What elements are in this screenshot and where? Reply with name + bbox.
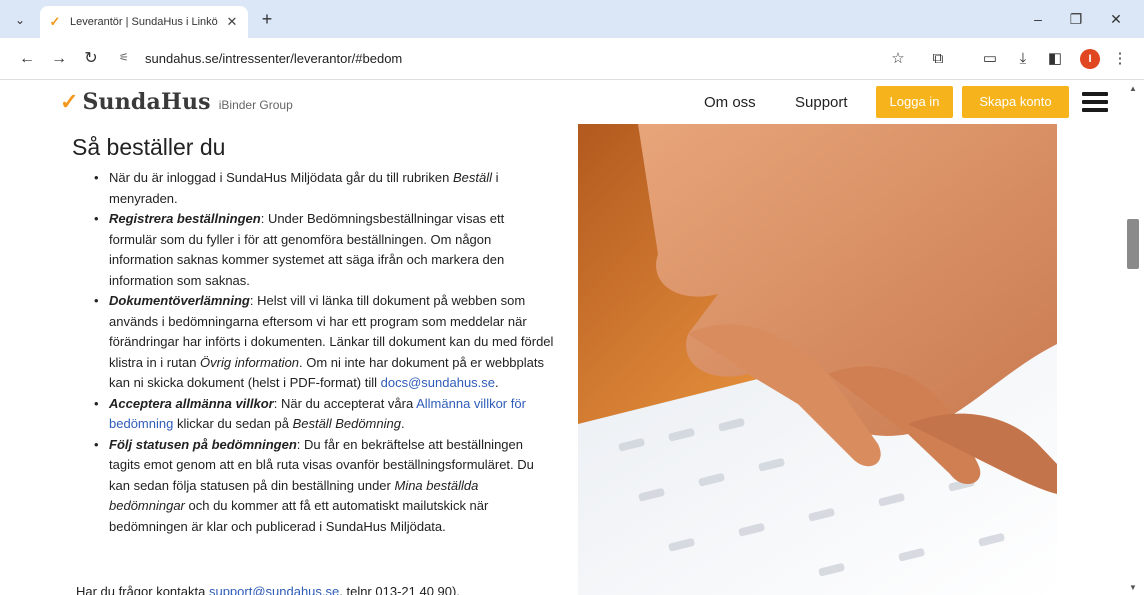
instruction-list: När du är inloggad i SundaHus Miljödata …: [92, 168, 554, 537]
item-text: .: [495, 375, 499, 390]
contact-prefix: Har du frågor kontakta: [76, 584, 209, 595]
nav-link-support[interactable]: Support: [795, 94, 848, 111]
restore-icon[interactable]: ❐: [1064, 8, 1088, 30]
site-logo[interactable]: ✓ SundaHus iBinder Group: [60, 89, 293, 115]
logo-mark-icon: ✓: [60, 89, 79, 114]
minimize-icon[interactable]: –: [1026, 8, 1050, 30]
signup-button[interactable]: Skapa konto: [962, 86, 1069, 118]
scroll-down-arrow-icon[interactable]: ▼: [1128, 583, 1138, 593]
hero-illustration: [578, 124, 1057, 595]
contact-suffix: , telnr 013-21 40 90).: [339, 584, 460, 595]
list-item: Följ statusen på bedömningen: Du får en …: [92, 435, 554, 538]
tab-title: Leverantör | SundaHus i Linkö: [70, 16, 218, 28]
logo-text: SundaHus: [82, 89, 211, 115]
side-panel-icon[interactable]: ◧: [1045, 49, 1065, 69]
puzzle-icon[interactable]: ⧉: [928, 49, 948, 69]
logo-subtitle: iBinder Group: [218, 98, 293, 112]
item-text: När du är inloggad i SundaHus Miljödata …: [109, 170, 453, 185]
page-scrollbar-track[interactable]: [1124, 80, 1144, 595]
browser-tab[interactable]: ✓ Leverantör | SundaHus i Linkö ✕: [40, 6, 248, 38]
item-text: .: [400, 416, 405, 431]
nav-link-about[interactable]: Om oss: [704, 94, 756, 111]
kebab-menu-icon[interactable]: ⋮: [1110, 49, 1130, 69]
tab-close-icon[interactable]: ✕: [224, 14, 240, 30]
docs-email-link[interactable]: docs@sundahus.se: [381, 375, 495, 390]
download-icon[interactable]: ⤓: [1013, 49, 1033, 69]
page-scrollbar-thumb[interactable]: [1127, 219, 1139, 269]
item-italic: Övrig information: [200, 354, 300, 370]
site-info-icon[interactable]: ⚟: [119, 51, 129, 64]
scroll-up-arrow-icon[interactable]: ▲: [1128, 84, 1138, 94]
item-italic: Beställ: [452, 170, 492, 185]
login-button[interactable]: Logga in: [876, 86, 953, 118]
item-title: Registrera beställningen: [109, 211, 261, 226]
list-item: När du är inloggad i SundaHus Miljödata …: [92, 168, 554, 209]
item-text: klickar du sedan på: [173, 416, 293, 431]
star-icon[interactable]: ☆: [888, 49, 908, 69]
profile-avatar[interactable]: I: [1080, 49, 1100, 69]
list-item: Acceptera allmänna villkor: När du accep…: [92, 394, 554, 435]
list-item: Registrera beställningen: Under Bedömnin…: [92, 209, 554, 291]
hamburger-menu-icon[interactable]: [1082, 92, 1108, 112]
list-item: Dokumentöverlämning: Helst vill vi länka…: [92, 291, 554, 394]
item-title: Dokumentöverlämning: [109, 293, 250, 308]
reload-icon[interactable]: ↻: [80, 48, 102, 70]
tab-list-chevron-down-icon[interactable]: ⌄: [10, 10, 30, 30]
item-title: Acceptera allmänna villkor: [109, 395, 274, 411]
back-arrow-icon[interactable]: ←: [16, 48, 38, 70]
sundahus-favicon-icon: ✓: [49, 14, 61, 29]
forward-arrow-icon[interactable]: →: [48, 48, 70, 70]
item-italic: Beställ Bedömning: [292, 416, 401, 431]
address-bar[interactable]: sundahus.se/intressenter/leverantor/#bed…: [145, 51, 402, 66]
new-tab-plus-icon[interactable]: +: [257, 9, 277, 29]
hero-image-typing-hands: [578, 124, 1057, 595]
cast-icon[interactable]: ▭: [980, 49, 1000, 69]
support-email-link[interactable]: support@sundahus.se: [209, 584, 339, 595]
window-close-icon[interactable]: ✕: [1104, 8, 1128, 30]
contact-line: Har du frågor kontakta support@sundahus.…: [76, 584, 460, 595]
section-heading: Så beställer du: [72, 134, 226, 160]
item-text: : När du accepterat våra: [273, 395, 417, 411]
item-title: Följ statusen på bedömningen: [109, 436, 297, 452]
